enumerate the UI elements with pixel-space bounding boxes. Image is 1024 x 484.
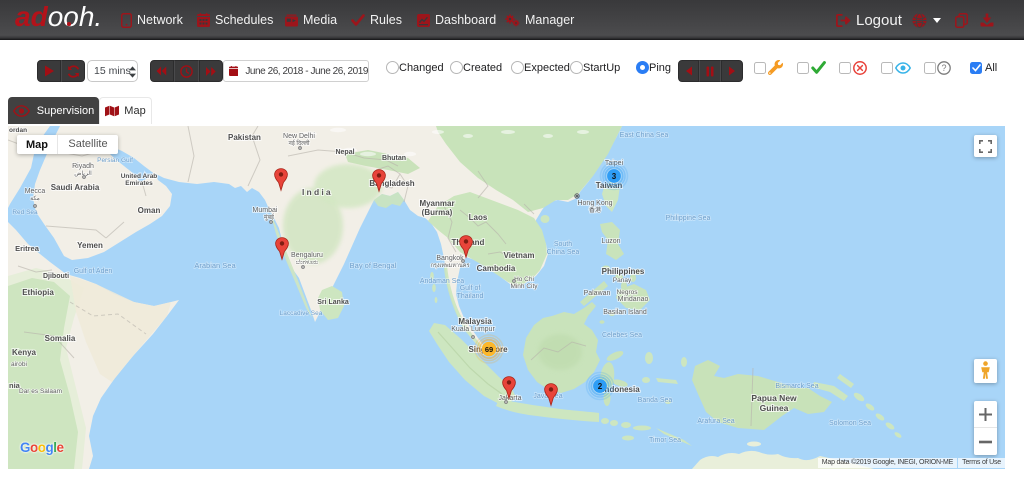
svg-text:69: 69 [485, 345, 493, 354]
svg-text:Red Sea: Red Sea [12, 209, 38, 216]
svg-text:नई दिल्ली: नई दिल्ली [288, 139, 309, 147]
svg-text:Oman: Oman [138, 206, 161, 215]
svg-text:Bismarck Sea: Bismarck Sea [775, 383, 818, 390]
svg-text:Eritrea: Eritrea [15, 244, 40, 253]
svg-text:(Burma): (Burma) [422, 208, 453, 217]
svg-text:Arabian Sea: Arabian Sea [194, 261, 236, 270]
svg-text:Gulf of Aden: Gulf of Aden [74, 268, 113, 275]
svg-text:Arafura Sea: Arafura Sea [697, 418, 734, 425]
svg-text:2: 2 [598, 382, 603, 391]
svg-text:Hong Kong: Hong Kong [577, 200, 612, 207]
svg-text:Mumbai: Mumbai [253, 207, 278, 214]
svg-text:Saudi Arabia: Saudi Arabia [51, 183, 100, 192]
svg-text:Panay: Panay [613, 277, 632, 284]
svg-text:Cambodia: Cambodia [477, 264, 516, 273]
svg-text:Emirates: Emirates [125, 180, 153, 187]
svg-text:Thailand: Thailand [457, 293, 484, 300]
svg-text:กรุงเทพมหานคร: กรุงเทพมหานคร [431, 263, 470, 269]
svg-text:Malaysia: Malaysia [458, 317, 492, 326]
svg-text:Minh City: Minh City [510, 283, 538, 290]
svg-text:United Arab: United Arab [121, 173, 158, 180]
svg-text:?: ? [941, 63, 946, 73]
svg-text:Ethiopia: Ethiopia [22, 288, 54, 297]
svg-text:Mindanao: Mindanao [618, 296, 649, 303]
svg-text:East China Sea: East China Sea [620, 132, 669, 139]
svg-text:Djibouti: Djibouti [43, 273, 69, 280]
svg-text:ಬೆಂಗಳೂರು: ಬೆಂಗಳೂರು [296, 260, 319, 266]
svg-text:Andaman Sea: Andaman Sea [420, 278, 464, 285]
svg-text:مكة: مكة [30, 195, 40, 202]
svg-text:Yemen: Yemen [77, 241, 103, 250]
svg-text:Somalia: Somalia [45, 334, 76, 343]
svg-text:Kuala Lumpur: Kuala Lumpur [451, 326, 495, 333]
svg-text:Guinea: Guinea [760, 403, 789, 413]
svg-text:Palawan: Palawan [584, 290, 611, 297]
svg-text:China Sea: China Sea [547, 249, 580, 256]
svg-text:India: India [302, 187, 333, 197]
svg-text:香港: 香港 [589, 206, 601, 214]
svg-text:Nepal: Nepal [335, 149, 354, 156]
svg-text:Dar es Salaam: Dar es Salaam [19, 388, 62, 395]
svg-text:Vietnam: Vietnam [504, 251, 535, 260]
svg-text:Kenya: Kenya [12, 348, 37, 357]
svg-text:ordan: ordan [9, 127, 27, 134]
svg-text:Bay of Bengal: Bay of Bengal [350, 261, 397, 270]
svg-text:मुंबई: मुंबई [264, 213, 275, 221]
svg-text:Ho Chi: Ho Chi [514, 276, 534, 283]
svg-text:Myanmar: Myanmar [419, 199, 454, 208]
svg-text:Solomon Sea: Solomon Sea [829, 420, 871, 427]
svg-text:Riyadh: Riyadh [72, 163, 94, 170]
svg-text:Papua New: Papua New [751, 393, 797, 403]
svg-text:Banda Sea: Banda Sea [638, 397, 673, 404]
svg-text:Negros: Negros [617, 289, 639, 296]
svg-text:Timor Sea: Timor Sea [649, 437, 681, 444]
svg-text:Philippine Sea: Philippine Sea [666, 215, 711, 222]
svg-text:Sri Lanka: Sri Lanka [317, 299, 349, 306]
svg-text:Gulf of: Gulf of [460, 285, 481, 292]
svg-text:Luzon: Luzon [601, 238, 620, 245]
svg-text:Laos: Laos [469, 213, 488, 222]
svg-text:airobi: airobi [11, 361, 27, 368]
svg-text:New Delhi: New Delhi [283, 133, 315, 140]
svg-text:Mecca: Mecca [25, 188, 46, 195]
svg-text:Laccadive Sea: Laccadive Sea [280, 310, 323, 317]
svg-text:Pakistan: Pakistan [228, 133, 261, 142]
svg-text:Bangkok: Bangkok [436, 255, 464, 262]
svg-text:Bhutan: Bhutan [382, 155, 406, 162]
svg-text:South: South [554, 241, 572, 248]
svg-text:Bengaluru: Bengaluru [291, 252, 323, 259]
svg-text:Philippines: Philippines [602, 267, 645, 276]
svg-text:3: 3 [612, 172, 617, 181]
svg-text:Celebes Sea: Celebes Sea [602, 332, 642, 339]
svg-text:Basilan Island: Basilan Island [603, 309, 647, 316]
svg-text:Persian Gulf: Persian Gulf [97, 157, 133, 164]
